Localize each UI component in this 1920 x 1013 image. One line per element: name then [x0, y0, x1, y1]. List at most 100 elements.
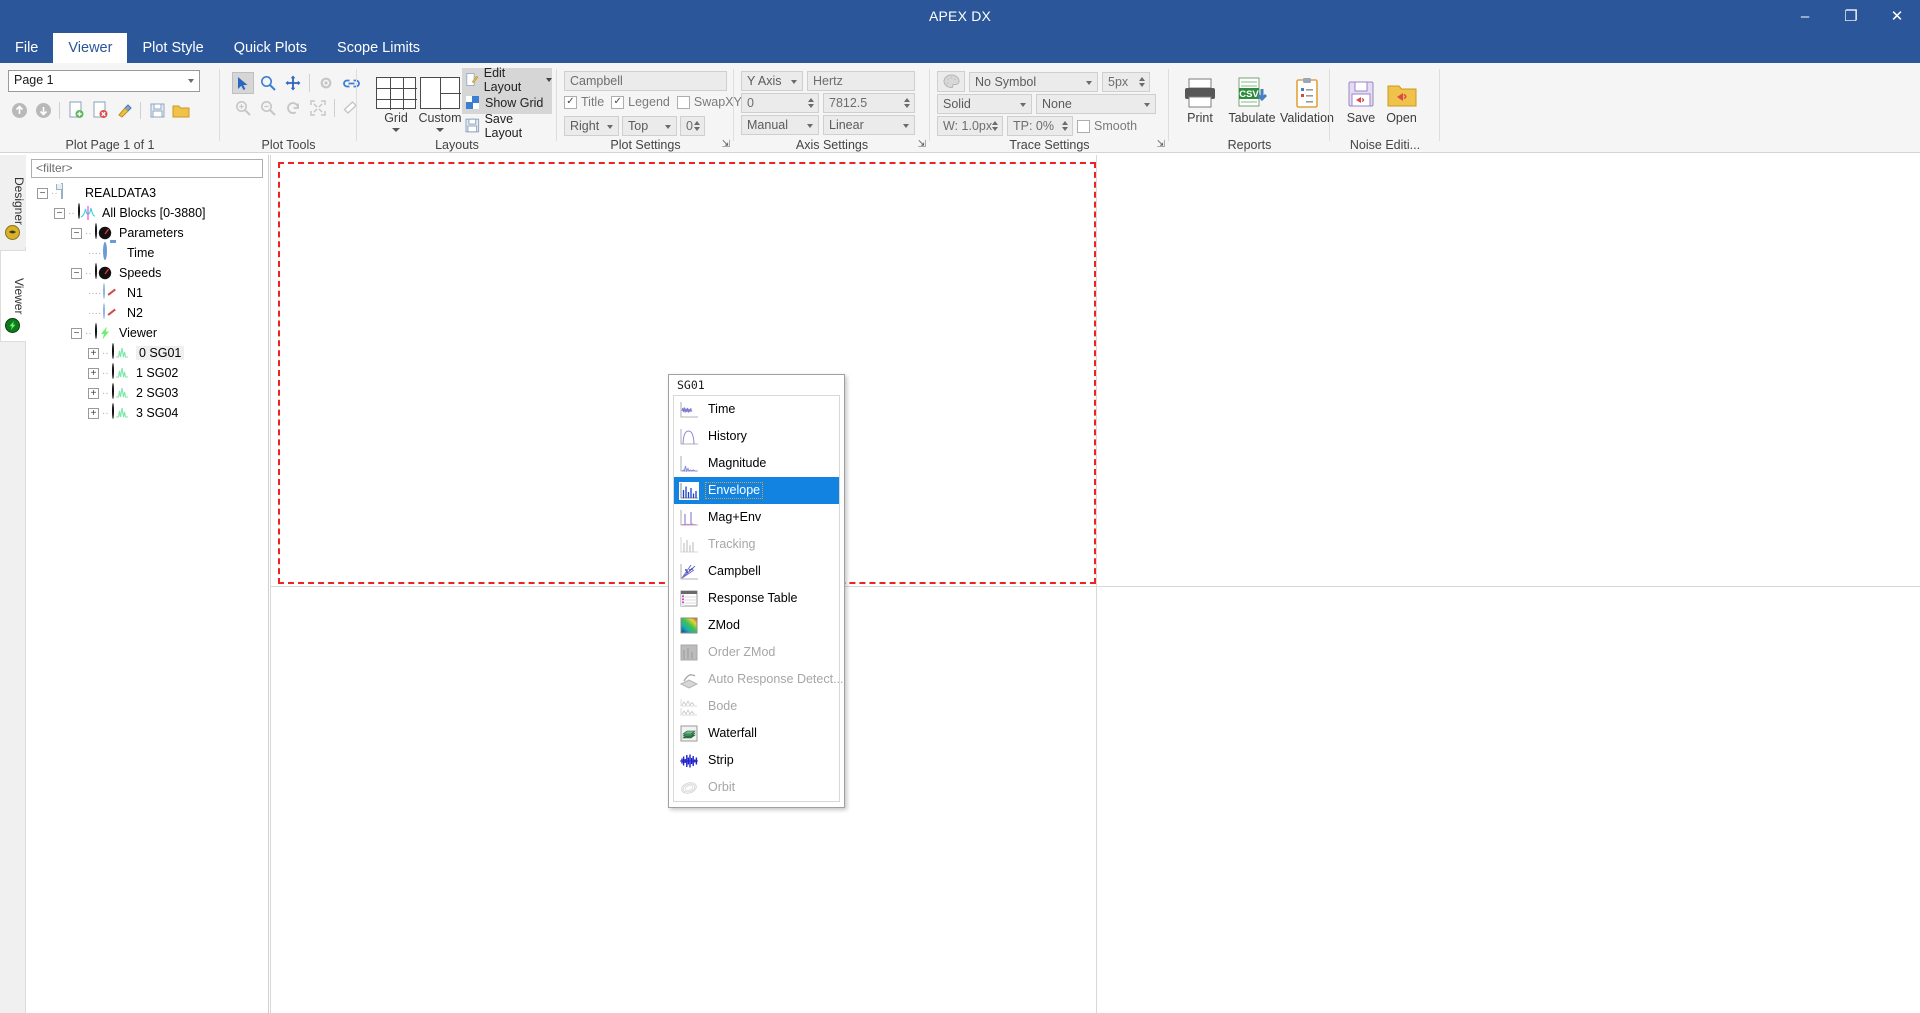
- chevron-down-icon[interactable]: [546, 77, 552, 82]
- symbol-select[interactable]: No Symbol: [969, 71, 1098, 92]
- chevron-down-icon[interactable]: [392, 128, 400, 132]
- tab-file[interactable]: File: [0, 33, 53, 63]
- page-up-icon[interactable]: [8, 99, 30, 121]
- axis-max-input[interactable]: 7812.5: [823, 93, 915, 113]
- axis-select[interactable]: Y Axis: [741, 71, 803, 91]
- expander-icon[interactable]: +: [88, 387, 99, 399]
- legend-checkbox[interactable]: ✓ Legend: [611, 95, 670, 109]
- ribbon-group-plot-tools: Plot Tools: [220, 63, 360, 153]
- expander-icon[interactable]: −: [37, 187, 48, 199]
- tree-node-sg01[interactable]: + ·· 0 SG01: [31, 342, 267, 363]
- axis-min-input[interactable]: 0: [741, 93, 819, 113]
- context-menu-item-waterfall[interactable]: Waterfall: [674, 720, 839, 747]
- save-layout-button[interactable]: Save Layout: [462, 112, 552, 140]
- tree-node-n2[interactable]: ···· N2: [31, 302, 267, 323]
- legend-offset-input[interactable]: 0: [680, 116, 705, 136]
- gauge-icon: [103, 302, 122, 323]
- time-plot-icon: [678, 400, 700, 420]
- plot-title-input[interactable]: Campbell: [564, 71, 727, 91]
- plot-settings-dialog-launcher[interactable]: ⇲: [722, 139, 730, 150]
- expander-icon[interactable]: −: [71, 267, 82, 279]
- tree-node-speeds[interactable]: − ·· Speeds: [31, 262, 267, 283]
- expander-icon[interactable]: +: [88, 407, 99, 419]
- context-menu-item-mag-env[interactable]: Mag+Env: [674, 504, 839, 531]
- line-style-select[interactable]: Solid: [937, 94, 1032, 114]
- trace-settings-dialog-launcher[interactable]: ⇲: [1157, 139, 1165, 150]
- tree-filter-input[interactable]: <filter>: [31, 159, 263, 178]
- expander-icon[interactable]: −: [71, 227, 82, 239]
- expander-icon[interactable]: −: [71, 327, 82, 339]
- pan-icon[interactable]: [282, 72, 304, 94]
- close-button[interactable]: ✕: [1874, 0, 1920, 33]
- context-menu-item-campbell[interactable]: Campbell: [674, 558, 839, 585]
- tree-node-parameters[interactable]: − ·· Parameters: [31, 222, 267, 243]
- edit-layout-button[interactable]: Edit Layout: [462, 66, 552, 94]
- context-menu-item-strip[interactable]: Strip: [674, 747, 839, 774]
- tree-node-sg03[interactable]: + ·· 2 SG03: [31, 382, 267, 403]
- context-menu-item-response-table[interactable]: Response Table: [674, 585, 839, 612]
- context-menu-item-magnitude[interactable]: Magnitude: [674, 450, 839, 477]
- magnitude-plot-icon: [678, 454, 700, 474]
- save-layout-icon: [465, 118, 480, 133]
- divider: [59, 101, 60, 119]
- zoom-icon[interactable]: [257, 72, 279, 94]
- smooth-checkbox[interactable]: Smooth: [1077, 119, 1137, 133]
- tree-node-sg04[interactable]: + ·· 3 SG04: [31, 402, 267, 423]
- pointer-icon[interactable]: [232, 72, 254, 94]
- open-noise-button[interactable]: Open: [1374, 67, 1429, 125]
- expander-icon[interactable]: +: [88, 347, 99, 359]
- plot-type-context-menu[interactable]: SG01 Time History Magnitude Envelope Mag…: [668, 374, 845, 808]
- transparency-input[interactable]: TP: 0%: [1007, 116, 1073, 136]
- open-noise-label: Open: [1386, 111, 1417, 125]
- tree-node-all-blocks[interactable]: − ·· All Blocks [0-3880]: [31, 202, 267, 223]
- expander-icon[interactable]: +: [88, 367, 99, 379]
- axis-scale-type-select[interactable]: Linear: [823, 115, 915, 135]
- tab-plot-style[interactable]: Plot Style: [127, 33, 218, 63]
- context-menu-item-time[interactable]: Time: [674, 396, 839, 423]
- tree-connector: ··: [102, 387, 109, 399]
- clear-page-icon[interactable]: [113, 99, 135, 121]
- minimize-button[interactable]: –: [1782, 0, 1828, 33]
- page-down-icon[interactable]: [32, 99, 54, 121]
- tracking-plot-icon: [678, 535, 700, 555]
- restore-button[interactable]: ❐: [1828, 0, 1874, 33]
- tab-quick-plots[interactable]: Quick Plots: [219, 33, 322, 63]
- axis-unit-input[interactable]: Hertz: [807, 71, 915, 91]
- tree-node-sg02[interactable]: + ·· 1 SG02: [31, 362, 267, 383]
- chevron-down-icon[interactable]: [436, 128, 444, 132]
- context-menu-item-history[interactable]: History: [674, 423, 839, 450]
- fill-select[interactable]: None: [1036, 94, 1156, 114]
- palette-icon[interactable]: [937, 71, 965, 92]
- custom-layout-button[interactable]: Custom: [411, 67, 469, 132]
- plot-grid-horizontal-divider: [270, 586, 1920, 587]
- tabulate-button[interactable]: CSV Tabulate: [1222, 67, 1282, 125]
- expander-icon[interactable]: −: [54, 207, 65, 219]
- symbol-size-input[interactable]: 5px: [1102, 71, 1150, 92]
- context-menu-item-zmod[interactable]: ZMod: [674, 612, 839, 639]
- context-menu-item-auto-response-detect: Auto Response Detect...: [674, 666, 844, 693]
- legend-halign-select[interactable]: Right: [564, 116, 619, 136]
- title-checkbox[interactable]: ✓ Title: [564, 95, 604, 109]
- ribbon-group-label-axis-settings: Axis Settings: [795, 138, 869, 152]
- print-button[interactable]: Print: [1175, 67, 1225, 125]
- plot-workspace[interactable]: [270, 155, 1920, 1013]
- context-menu-item-envelope[interactable]: Envelope: [674, 477, 839, 504]
- tab-viewer[interactable]: Viewer: [53, 33, 128, 63]
- tree-node-time[interactable]: ···· Time: [31, 241, 267, 263]
- open-page-icon[interactable]: [170, 99, 192, 121]
- new-page-icon[interactable]: [65, 99, 87, 121]
- axis-scale-mode-select[interactable]: Manual: [741, 115, 819, 135]
- trace-row-1: No Symbol 5px: [937, 71, 1150, 92]
- delete-page-icon[interactable]: [89, 99, 111, 121]
- legend-valign-select[interactable]: Top: [622, 116, 677, 136]
- line-width-input[interactable]: W: 1.0px: [937, 116, 1003, 136]
- tree-node-n1[interactable]: ···· N1: [31, 282, 267, 303]
- page-select[interactable]: Page 1: [8, 70, 200, 92]
- save-page-icon[interactable]: [146, 99, 168, 121]
- signal-disc-green-icon: [112, 382, 131, 403]
- tree-node-realdata3[interactable]: − ·· REALDATA3: [31, 182, 267, 203]
- axis-settings-dialog-launcher[interactable]: ⇲: [918, 139, 926, 150]
- tab-scope-limits[interactable]: Scope Limits: [322, 33, 435, 63]
- signal-disc-green-icon: [112, 402, 131, 423]
- tree-node-viewer[interactable]: − ·· Viewer: [31, 322, 267, 343]
